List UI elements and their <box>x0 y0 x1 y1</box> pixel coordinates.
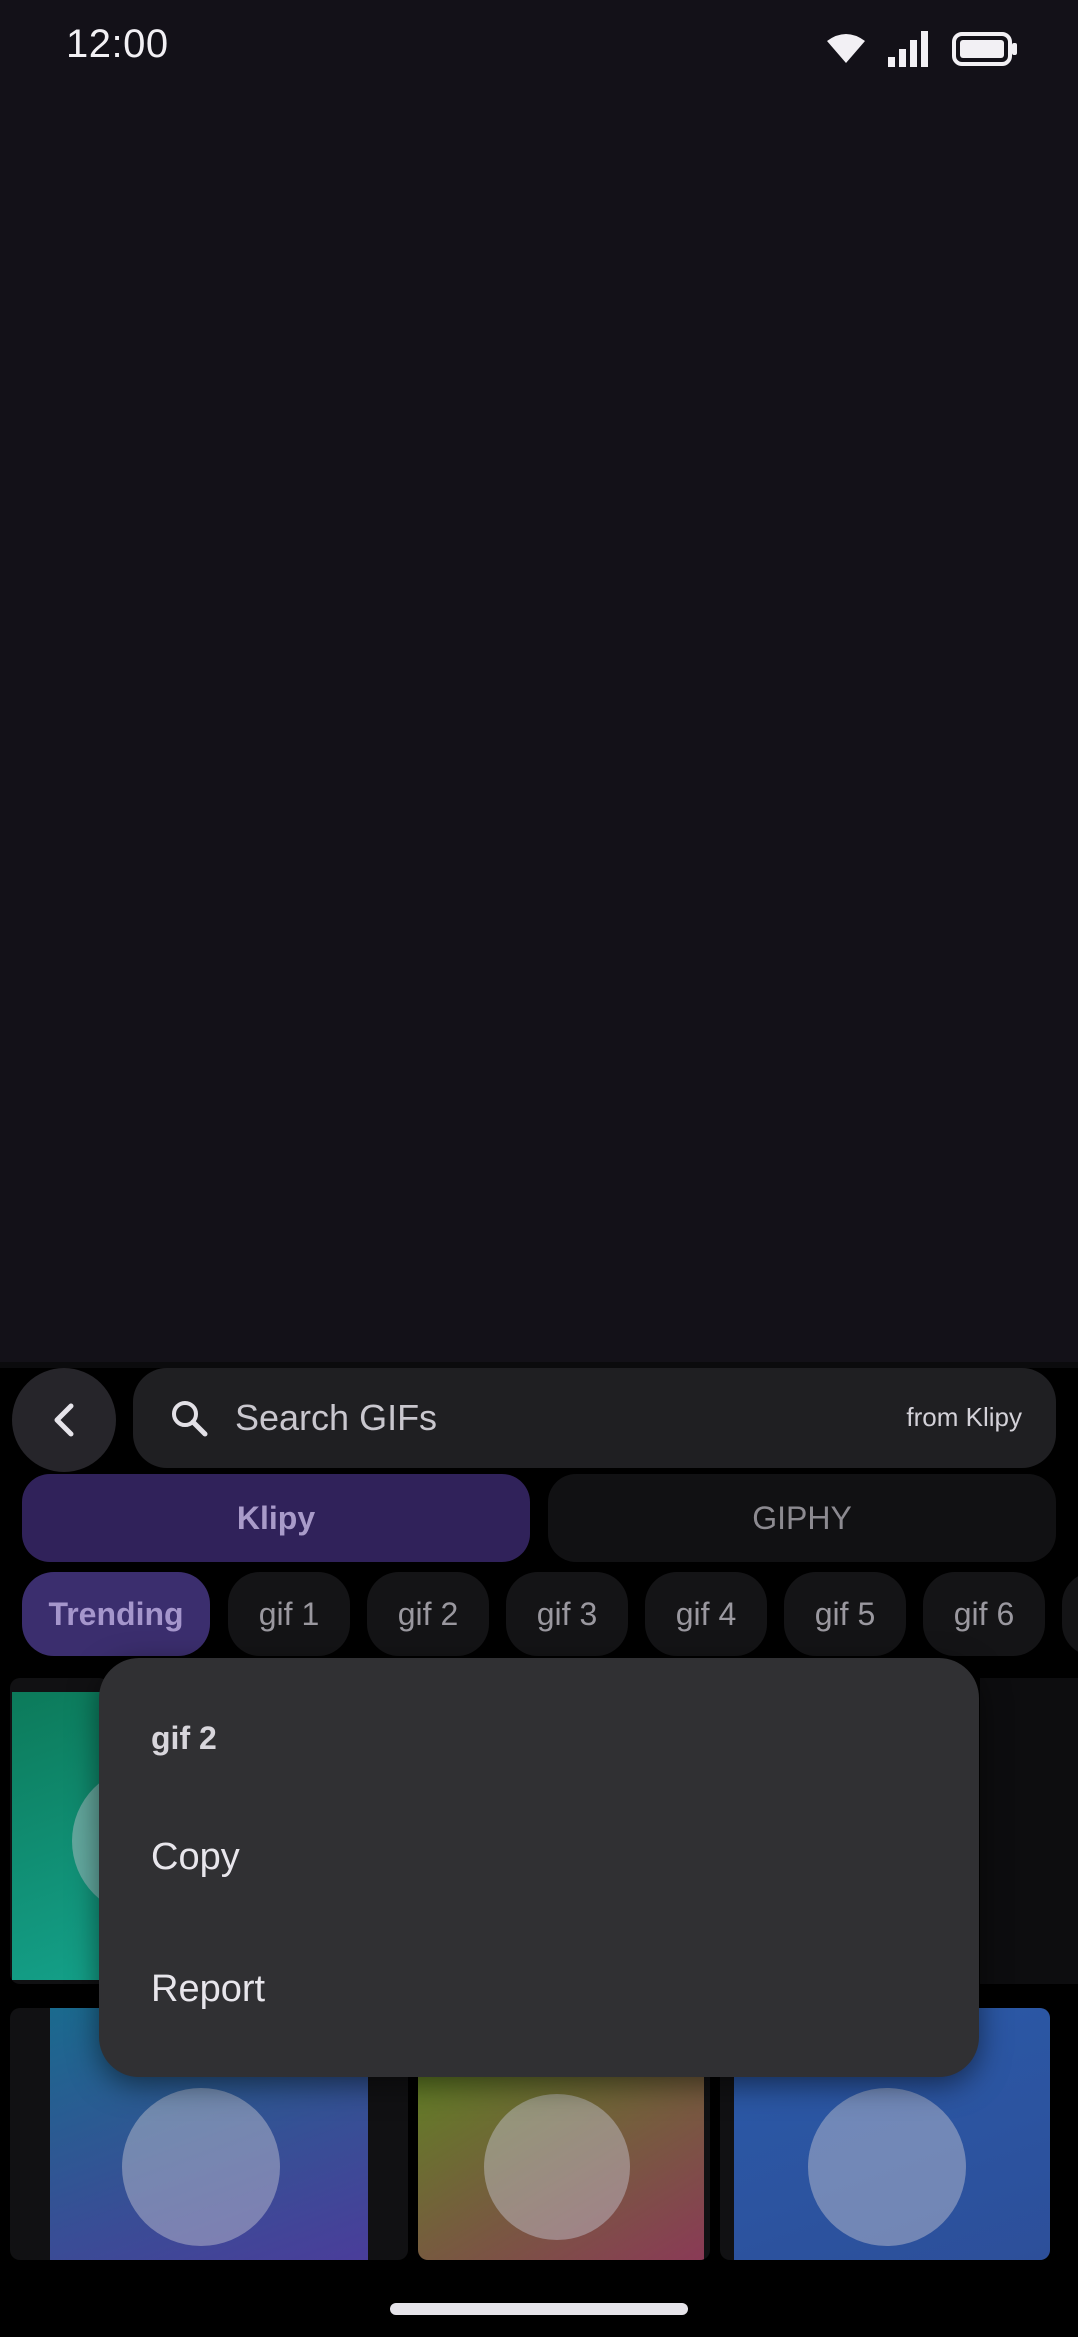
search-input[interactable] <box>233 1368 793 1468</box>
gif-tile[interactable] <box>980 1678 1078 1984</box>
gif-tile[interactable] <box>10 1678 109 1984</box>
tab-klipy[interactable]: Klipy <box>22 1474 530 1562</box>
search-source-label: from Klipy <box>906 1402 1022 1432</box>
battery-icon <box>952 32 1017 66</box>
gif-placeholder-shape <box>484 2094 630 2240</box>
chip-gif-5[interactable]: gif 5 <box>784 1572 906 1656</box>
search-icon <box>172 1401 208 1437</box>
chip-trending[interactable]: Trending <box>22 1572 210 1656</box>
chip-gif-4[interactable]: gif 4 <box>645 1572 767 1656</box>
search-bar[interactable]: from Klipy <box>133 1368 1056 1468</box>
wifi-icon <box>827 34 865 63</box>
chip-gif-2[interactable]: gif 2 <box>367 1572 489 1656</box>
chip-gif-6[interactable]: gif 6 <box>923 1572 1045 1656</box>
gif-placeholder-shape <box>122 2088 280 2246</box>
chip-gif-3[interactable]: gif 3 <box>506 1572 628 1656</box>
signal-icon <box>888 31 928 67</box>
menu-title: gif 2 <box>151 1720 217 1756</box>
back-button[interactable] <box>12 1368 116 1472</box>
category-chips: Trending gif 1 gif 2 gif 3 gif 4 gif 5 g… <box>22 1572 1078 1656</box>
status-icons <box>826 26 1018 72</box>
tab-giphy[interactable]: GIPHY <box>548 1474 1056 1562</box>
chip-more[interactable] <box>1062 1572 1078 1656</box>
chevron-left-icon <box>54 1403 74 1437</box>
gesture-nav-handle[interactable] <box>390 2303 688 2315</box>
menu-item-copy[interactable]: Copy <box>151 1836 240 1879</box>
chip-gif-1[interactable]: gif 1 <box>228 1572 350 1656</box>
gif-placeholder-shape <box>808 2088 966 2246</box>
menu-item-report[interactable]: Report <box>151 1968 265 2011</box>
context-menu: gif 2 Copy Report <box>99 1658 979 2077</box>
status-bar: 12:00 <box>0 0 1078 100</box>
status-time: 12:00 <box>66 22 169 66</box>
chat-content-area <box>0 100 1078 1362</box>
